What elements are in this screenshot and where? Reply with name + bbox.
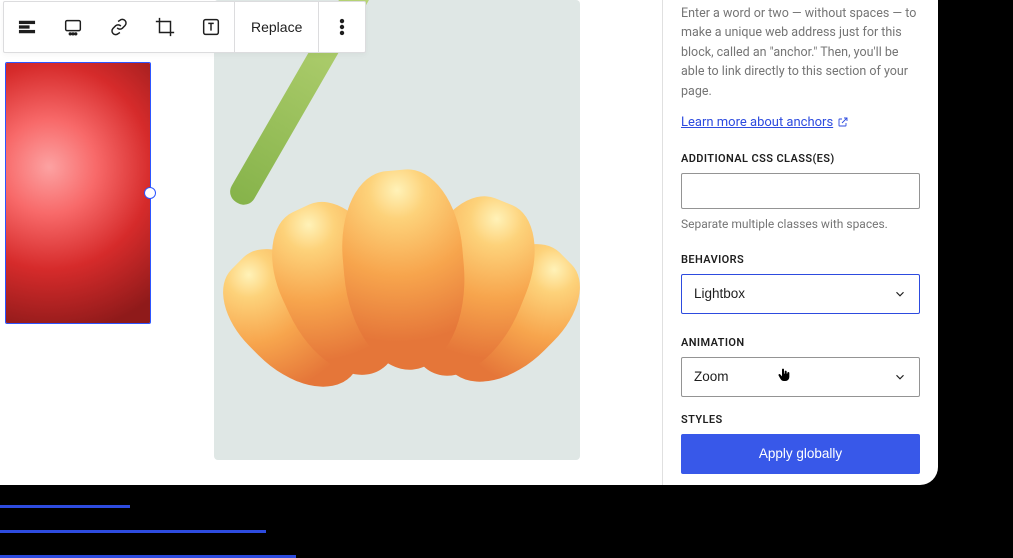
resize-handle-right[interactable] (144, 187, 156, 199)
replace-button[interactable]: Replace (235, 1, 318, 53)
align-icon (16, 16, 38, 38)
link-label: Learn more about anchors (681, 115, 833, 130)
editor-canvas: Replace (0, 0, 662, 485)
additional-css-label: ADDITIONAL CSS CLASS(ES) (681, 152, 920, 165)
anchor-help-text: Enter a word or two — without spaces — t… (681, 4, 920, 101)
text-overlay-button[interactable] (188, 1, 234, 53)
styles-label: STYLES (681, 413, 920, 426)
block-settings-sidebar: Enter a word or two — without spaces — t… (662, 0, 938, 485)
crop-icon (154, 16, 176, 38)
more-options-button[interactable] (319, 1, 365, 53)
additional-css-input[interactable] (681, 173, 920, 209)
external-link-icon (837, 116, 849, 128)
block-toolbar: Replace (3, 1, 366, 53)
animation-value: Zoom (694, 369, 729, 384)
apply-globally-button[interactable]: Apply globally (681, 434, 920, 474)
editor-frame: Replace Enter a word or two — wit (0, 0, 938, 485)
selected-image-block[interactable] (5, 62, 151, 324)
chevron-down-icon (893, 370, 907, 384)
caption-button[interactable] (50, 1, 96, 53)
link-button[interactable] (96, 1, 142, 53)
css-hint: Separate multiple classes with spaces. (681, 217, 920, 231)
behaviors-label: BEHAVIORS (681, 253, 920, 266)
text-overlay-icon (200, 16, 222, 38)
image-content (6, 63, 150, 323)
animation-select[interactable]: Zoom (681, 357, 920, 397)
decorative-bars (0, 491, 296, 558)
image-block[interactable] (214, 0, 580, 460)
chevron-down-icon (893, 287, 907, 301)
learn-more-anchors-link[interactable]: Learn more about anchors (681, 115, 849, 130)
more-vertical-icon (331, 16, 353, 38)
align-button[interactable] (4, 1, 50, 53)
cursor-pointer-icon (776, 367, 792, 387)
behaviors-select[interactable]: Lightbox (681, 274, 920, 314)
crop-button[interactable] (142, 1, 188, 53)
caption-icon (62, 16, 84, 38)
image-content (254, 140, 544, 400)
link-icon (108, 16, 130, 38)
animation-label: ANIMATION (681, 336, 920, 349)
behaviors-value: Lightbox (694, 286, 745, 301)
